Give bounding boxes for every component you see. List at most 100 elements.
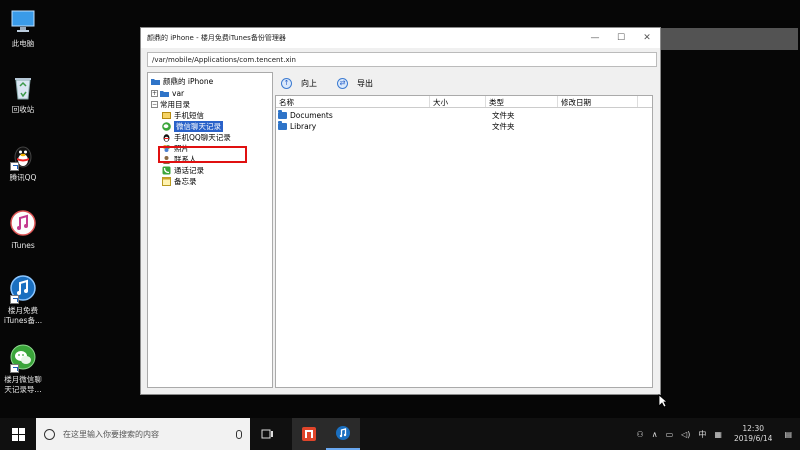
- microphone-icon[interactable]: [236, 429, 242, 439]
- tree-item-label: var: [172, 89, 185, 98]
- export-button-label: 导出: [357, 78, 373, 88]
- tree-root-label: 颜鼎的 iPhone: [163, 77, 214, 86]
- desktop-icon-this-pc[interactable]: 此电脑: [0, 6, 46, 49]
- tree-item-label: 微信聊天记录: [174, 121, 223, 132]
- phone-icon: [162, 166, 171, 175]
- start-button[interactable]: [0, 418, 36, 450]
- window-titlebar[interactable]: 颜鼎的 iPhone - 楼月免费iTunes备份管理器 — ☐ ✕: [141, 28, 660, 48]
- task-view-icon: [261, 429, 273, 439]
- tree-item-label: 通话记录: [174, 166, 204, 175]
- toolbar: ↑ 向上 ⇄ 导出: [275, 72, 387, 94]
- tree-item-notes[interactable]: 备忘录: [162, 176, 197, 187]
- system-clock[interactable]: 12:30 2019/6/14: [734, 424, 772, 444]
- folder-tree[interactable]: 颜鼎的 iPhone + var − 常用目录 手机短信 微信聊天记录 手机QQ…: [147, 72, 273, 388]
- search-placeholder: 在这里输入你要搜索的内容: [63, 429, 159, 439]
- itunes-backup-icon: [336, 426, 350, 440]
- tree-item-call-log[interactable]: 通话记录: [162, 165, 204, 176]
- volume-icon[interactable]: ◁): [681, 430, 690, 439]
- task-view-button[interactable]: [250, 418, 284, 450]
- input-method-icon[interactable]: ▦: [714, 430, 722, 439]
- column-header-name[interactable]: 名称: [276, 96, 430, 107]
- folder-icon: [278, 110, 287, 119]
- close-icon[interactable]: ✕: [634, 28, 660, 48]
- desktop-icon-louyue-wechat[interactable]: 楼月微信聊 天记录导...: [0, 342, 46, 395]
- highlight-annotation: [158, 146, 247, 163]
- app-red-icon: [302, 427, 316, 441]
- folder-icon: [278, 121, 287, 130]
- taskbar: 在这里输入你要搜索的内容 ⚇ ∧ ▭ ◁) 中 ▦ 12:30 2019/6/1…: [0, 418, 800, 450]
- desktop-icon-louyue-itunes[interactable]: 楼月免费 iTunes备...: [0, 273, 46, 326]
- window-controls: — ☐ ✕: [582, 28, 660, 48]
- folder-icon: [151, 77, 160, 86]
- people-icon[interactable]: ⚇: [637, 430, 644, 439]
- desktop-icon-label: 回收站: [11, 105, 35, 114]
- desktop-icon-label: 楼月微信聊 天记录导...: [4, 375, 42, 394]
- folder-icon: [160, 89, 169, 98]
- tree-item-common[interactable]: − 常用目录: [151, 99, 190, 110]
- cortana-circle-icon: [44, 428, 55, 440]
- up-button[interactable]: ↑ 向上: [281, 77, 317, 89]
- export-icon: ⇄: [337, 77, 348, 89]
- file-name: Library: [290, 122, 317, 131]
- taskbar-search[interactable]: 在这里输入你要搜索的内容: [36, 418, 250, 450]
- recycle-bin-icon: [8, 72, 38, 102]
- column-header-type[interactable]: 类型: [486, 96, 558, 107]
- tree-item-var[interactable]: + var: [151, 88, 184, 99]
- path-bar[interactable]: /var/mobile/Applications/com.tencent.xin: [147, 52, 657, 67]
- tree-item-label: 手机短信: [174, 111, 204, 120]
- desktop-icon-label: 此电脑: [11, 39, 35, 48]
- table-row[interactable]: Library 文件夹: [276, 121, 652, 132]
- tree-item-label: 手机QQ聊天记录: [174, 133, 231, 142]
- expand-plus-icon[interactable]: +: [151, 90, 158, 97]
- tree-item-qq[interactable]: 手机QQ聊天记录: [162, 132, 231, 143]
- windows-logo-icon: [11, 427, 25, 441]
- system-tray: ⚇ ∧ ▭ ◁) 中 ▦ 12:30 2019/6/14 ▤: [633, 418, 800, 450]
- network-icon[interactable]: ▭: [666, 430, 674, 439]
- window-title: 颜鼎的 iPhone - 楼月免费iTunes备份管理器: [147, 34, 286, 42]
- app-window: 颜鼎的 iPhone - 楼月免费iTunes备份管理器 — ☐ ✕ /var/…: [140, 27, 661, 395]
- notification-center-icon[interactable]: ▤: [784, 430, 792, 439]
- tree-item-label: 常用目录: [160, 100, 190, 109]
- shortcut-arrow-icon: [10, 364, 19, 373]
- clock-date: 2019/6/14: [733, 434, 773, 443]
- tree-item-wechat[interactable]: 微信聊天记录: [162, 121, 223, 132]
- desktop-icon-label: 腾讯QQ: [9, 173, 37, 182]
- tree-item-label: 备忘录: [174, 177, 197, 186]
- arrow-up-icon: ↑: [281, 77, 292, 89]
- clock-time: 12:30: [742, 424, 765, 433]
- shortcut-arrow-icon: [10, 162, 19, 171]
- tree-item-sms[interactable]: 手机短信: [162, 110, 204, 121]
- qq-penguin-icon: [8, 140, 38, 171]
- wechat-export-icon: [8, 342, 38, 373]
- maximize-icon[interactable]: ☐: [608, 28, 634, 48]
- wechat-icon: [162, 122, 171, 131]
- table-row[interactable]: Documents 文件夹: [276, 110, 652, 121]
- desktop-icon-label: iTunes: [11, 241, 35, 250]
- tray-chevron-up-icon[interactable]: ∧: [652, 430, 658, 439]
- tree-root[interactable]: 颜鼎的 iPhone: [151, 76, 213, 87]
- notes-icon: [162, 177, 171, 186]
- minimize-icon[interactable]: —: [582, 28, 608, 48]
- monitor-icon: [8, 6, 38, 36]
- column-header-size[interactable]: 大小: [430, 96, 486, 107]
- ime-indicator[interactable]: 中: [698, 429, 706, 440]
- column-header-modified[interactable]: 修改日期: [558, 96, 638, 107]
- desktop-icon-itunes[interactable]: iTunes: [0, 208, 46, 251]
- sms-icon: [162, 111, 171, 120]
- itunes-music-icon: [8, 208, 38, 238]
- desktop-icon-qq[interactable]: 腾讯QQ: [0, 140, 46, 183]
- desktop-icon-recycle-bin[interactable]: 回收站: [0, 72, 46, 115]
- up-button-label: 向上: [301, 78, 317, 88]
- mouse-cursor-icon: [658, 394, 668, 408]
- itunes-backup-icon: [8, 273, 38, 304]
- file-list[interactable]: 名称 大小 类型 修改日期 Documents 文件夹 Library 文件夹: [275, 95, 653, 388]
- file-type: 文件夹: [492, 122, 515, 131]
- collapse-minus-icon[interactable]: −: [151, 101, 158, 108]
- file-list-header: 名称 大小 类型 修改日期: [276, 96, 652, 108]
- export-button[interactable]: ⇄ 导出: [337, 77, 373, 89]
- qq-icon: [162, 133, 171, 142]
- taskbar-app-louyue[interactable]: [292, 418, 326, 450]
- desktop-icon-label: 楼月免费 iTunes备...: [3, 306, 43, 325]
- shortcut-arrow-icon: [10, 295, 19, 304]
- taskbar-app-itunes-backup[interactable]: [326, 418, 360, 450]
